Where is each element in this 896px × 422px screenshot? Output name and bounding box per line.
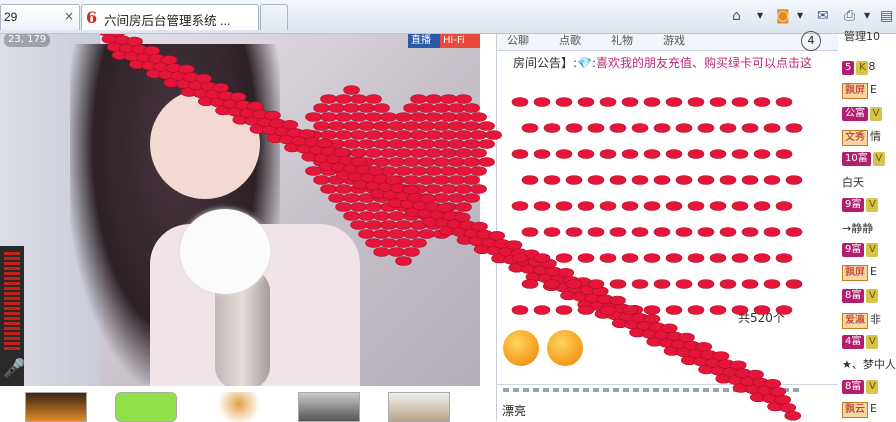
vip-badge: V	[866, 243, 879, 258]
volume-bars	[4, 252, 20, 352]
chat-tabs: 公聊 点歌 礼物 游戏 4	[497, 31, 838, 51]
viewer-count: 23, 179	[4, 34, 51, 47]
user-list-item[interactable]: 爱瀛非	[842, 311, 881, 329]
hifi-badge[interactable]: Hi-Fi	[440, 34, 480, 48]
user-name: E	[870, 265, 877, 279]
chevron-down-icon[interactable]: ▼	[797, 11, 803, 20]
user-list-item[interactable]: 飘屏 E	[842, 82, 877, 101]
mail-icon[interactable]: ✉	[817, 8, 829, 24]
tab-gifts[interactable]: 礼物	[611, 32, 633, 48]
user-list-item[interactable]: 白天	[842, 174, 864, 192]
user-list-item[interactable]: ★、梦中人	[842, 356, 896, 374]
wealth-level-badge: 9富	[842, 197, 865, 212]
chat-panel: 公聊 点歌 礼物 游戏 4 房间公告】:💎:喜欢我的朋友充值、购买绿卡可以点击这…	[496, 31, 839, 422]
user-name: →静静	[842, 221, 874, 235]
browser-tab[interactable]: 29 ×	[0, 4, 80, 30]
home-icon[interactable]: ⌂	[732, 8, 741, 24]
tab-title: 六间房后台管理系统 ...	[104, 14, 231, 28]
user-tag: 飘屏	[842, 265, 868, 282]
user-list-item[interactable]: 4富 V	[842, 334, 879, 352]
chat-input-text[interactable]: 漂亮	[502, 402, 526, 419]
wealth-level-badge: 4富	[842, 334, 865, 349]
new-tab-button[interactable]	[260, 4, 288, 30]
video-stream[interactable]: 23, 179 直播 Hi-Fi 🎤	[0, 34, 480, 386]
vip-badge: V	[870, 106, 882, 121]
vip-badge: V	[866, 334, 879, 349]
user-list-item[interactable]: 飘云 E	[842, 402, 877, 420]
emoji-blush-icon	[547, 330, 583, 366]
chevron-down-icon[interactable]: ▼	[864, 11, 870, 20]
streamer-face	[150, 89, 260, 199]
tab-games[interactable]: 游戏	[663, 32, 685, 48]
liujianfang-logo: 6	[86, 8, 98, 27]
lip-sticker	[478, 139, 495, 149]
user-list-item[interactable]: 9富 V	[842, 242, 879, 260]
tab-song-request[interactable]: 点歌	[559, 32, 581, 48]
gift-thumb-poster[interactable]	[388, 392, 450, 422]
vip-badge: V	[866, 197, 879, 212]
vip-badge: V	[866, 380, 879, 395]
gift-thumb-candles[interactable]	[25, 392, 87, 422]
lip-sticker	[478, 157, 495, 167]
wealth-level-badge: 公富	[842, 106, 868, 121]
chat-input-area[interactable]: 漂亮	[497, 384, 838, 422]
lip-sticker	[478, 121, 495, 131]
wealth-level-badge: 10富	[842, 152, 871, 167]
gift-strip	[0, 386, 490, 422]
user-tag: 文秀	[842, 130, 868, 147]
wealth-level-badge: 8富	[842, 289, 865, 303]
user-name: 8	[868, 60, 876, 73]
announcement-label: 房间公告】:	[513, 56, 578, 70]
user-tag: 飘屏	[842, 82, 868, 99]
bunny-plush	[180, 209, 270, 294]
wealth-level-badge: 5	[842, 61, 855, 75]
diamond-icon: 💎	[577, 56, 592, 70]
user-name: ★、梦中人	[842, 358, 896, 372]
user-list-item[interactable]: 10富 V	[842, 151, 885, 169]
user-list-item[interactable]: 9富 V	[842, 197, 879, 215]
user-name: E	[870, 82, 877, 96]
live-badge: 直播	[408, 34, 444, 48]
user-list-item[interactable]: 文秀情	[842, 128, 881, 147]
user-list-sidebar: 管理10 5 K 8 飘屏 E 公富 V 文秀情 10富 V 白天 9富 V →静静 9富 V 飘屏 E 8富 V 爱瀛…	[838, 30, 896, 421]
gift-thumb-character[interactable]	[215, 392, 263, 422]
page-icon[interactable]: ▤	[880, 8, 893, 24]
room-announcement: 房间公告】:💎:喜欢我的朋友充值、购买绿卡可以点击这	[513, 56, 813, 70]
tab-public-chat[interactable]: 公聊	[507, 32, 529, 48]
vip-badge: V	[866, 289, 879, 303]
user-list-item[interactable]: 8富 V	[842, 379, 879, 397]
browser-tab-active[interactable]: 6 六间房后台管理系统 ...	[81, 4, 259, 30]
wealth-level-badge: 8富	[842, 380, 865, 395]
gift-count: 共520个	[738, 311, 785, 325]
emoji-kiss-icon	[503, 330, 539, 366]
sidebar-title: 管理10	[844, 30, 880, 43]
vip-badge: V	[872, 152, 885, 167]
gift-thumb-green[interactable]	[115, 392, 177, 422]
rss-icon[interactable]: ◙	[776, 8, 790, 24]
user-list-item[interactable]: 5K8	[842, 60, 875, 78]
tab-count-badge[interactable]: 4	[801, 31, 821, 51]
user-name: 白天	[842, 176, 864, 189]
mic-volume-meter[interactable]: 🎤	[0, 246, 25, 386]
tab-title: 29	[4, 10, 18, 24]
user-tag: 飘云	[842, 402, 868, 418]
announcement-text[interactable]: 喜欢我的朋友充值、购买绿卡可以点击这	[596, 56, 812, 70]
user-name: E	[870, 402, 877, 415]
user-list-item[interactable]: 8富 V	[842, 288, 879, 306]
user-list-item[interactable]: 公富 V	[842, 106, 882, 124]
user-name: 非	[870, 312, 881, 326]
gift-thumb-avatar[interactable]	[298, 392, 360, 422]
chat-toolbar	[503, 388, 803, 392]
print-icon[interactable]: ⎙	[844, 8, 855, 24]
microphone-icon[interactable]: 🎤	[3, 358, 25, 379]
tab-close-icon[interactable]: ×	[64, 9, 74, 23]
user-list-item[interactable]: →静静	[842, 220, 873, 238]
user-tag: 爱瀛	[842, 312, 868, 329]
chevron-down-icon[interactable]: ▼	[757, 11, 763, 20]
vip-badge: K	[856, 61, 869, 75]
user-list-item[interactable]: 飘屏 E	[842, 265, 877, 283]
browser-tabbar: 29 × 6 六间房后台管理系统 ... ⌂ ▼ ◙ ▼ ✉ ⎙ ▼ ▤	[0, 0, 896, 34]
user-name: 情	[870, 130, 881, 144]
wealth-level-badge: 9富	[842, 243, 865, 258]
